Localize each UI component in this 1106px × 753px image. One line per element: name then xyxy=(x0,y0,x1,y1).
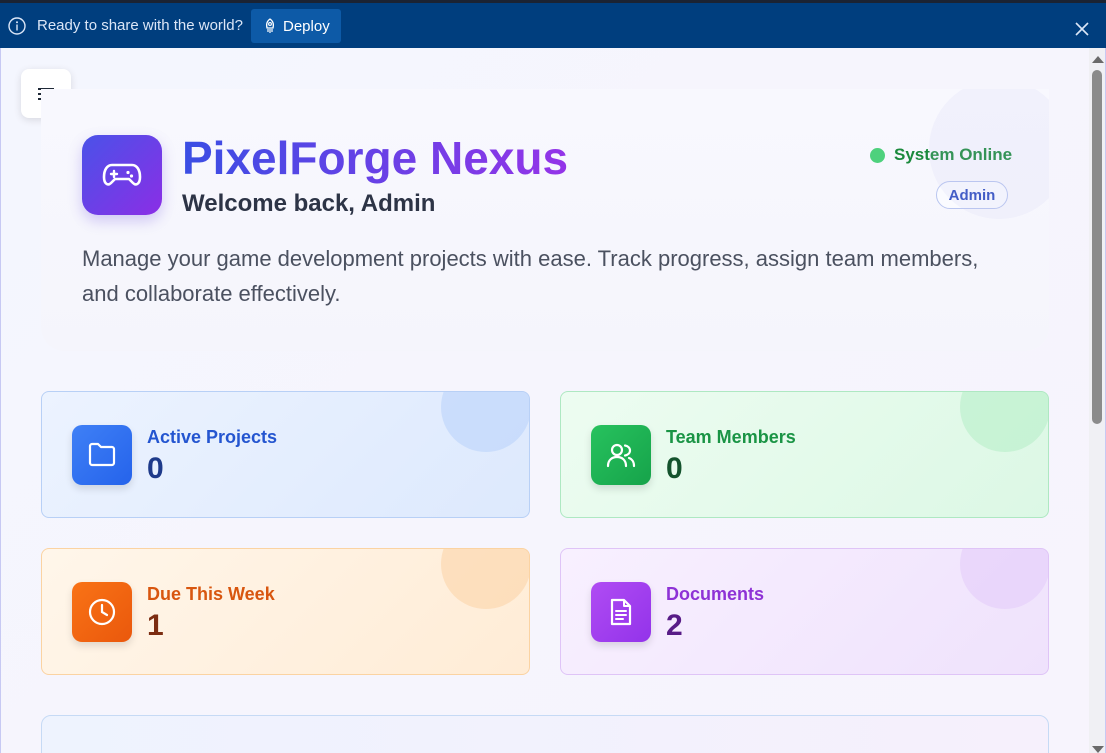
app-logo xyxy=(82,135,162,215)
deploy-banner: Ready to share with the world? Deploy xyxy=(0,3,1106,48)
stat-label: Active Projects xyxy=(147,427,278,447)
page-title: PixelForge Nexus xyxy=(182,132,569,184)
stat-card-active-projects[interactable]: Active Projects 0 xyxy=(41,391,530,518)
banner-message: Ready to share with the world? xyxy=(37,17,243,34)
stat-label: Documents xyxy=(666,584,765,604)
document-icon xyxy=(591,582,651,642)
card-decoration xyxy=(960,392,1048,452)
stat-label: Team Members xyxy=(666,427,796,447)
app-viewport: PixelForge Nexus Welcome back, Admin Man… xyxy=(0,48,1106,753)
status-label: System Online xyxy=(894,145,1013,164)
scroll-down-arrow-icon[interactable] xyxy=(1092,746,1104,753)
next-section-panel xyxy=(41,715,1049,753)
status-dot xyxy=(870,147,885,163)
stat-card-documents[interactable]: Documents 2 xyxy=(560,548,1049,675)
stat-card-team-members[interactable]: Team Members 0 xyxy=(560,391,1049,518)
stat-label: Due This Week xyxy=(147,584,275,604)
deploy-button[interactable]: Deploy xyxy=(251,9,341,43)
gamepad-icon xyxy=(102,163,142,186)
users-icon xyxy=(591,425,651,485)
info-icon xyxy=(8,17,26,35)
rocket-icon xyxy=(265,18,275,33)
deploy-button-label: Deploy xyxy=(283,17,330,35)
vertical-scrollbar[interactable] xyxy=(1089,48,1105,753)
card-decoration xyxy=(441,392,529,452)
hero-description: Manage your game development projects wi… xyxy=(82,246,979,306)
folder-icon xyxy=(72,425,132,485)
card-decoration xyxy=(441,549,529,609)
stat-value: 1 xyxy=(147,609,164,642)
system-status: System Online xyxy=(870,145,1012,165)
scrollbar-thumb[interactable] xyxy=(1092,70,1102,424)
welcome-message: Welcome back, Admin xyxy=(182,190,436,217)
clock-icon xyxy=(72,582,132,642)
close-icon[interactable] xyxy=(1074,21,1090,37)
stat-value: 0 xyxy=(147,452,164,485)
welcome-hero: PixelForge Nexus Welcome back, Admin Man… xyxy=(41,89,1049,351)
stat-value: 2 xyxy=(666,609,683,642)
role-badge: Admin xyxy=(936,181,1008,209)
stat-card-due-this-week[interactable]: Due This Week 1 xyxy=(41,548,530,675)
stat-value: 0 xyxy=(666,452,683,485)
scroll-up-arrow-icon[interactable] xyxy=(1092,56,1104,63)
card-decoration xyxy=(960,549,1048,609)
